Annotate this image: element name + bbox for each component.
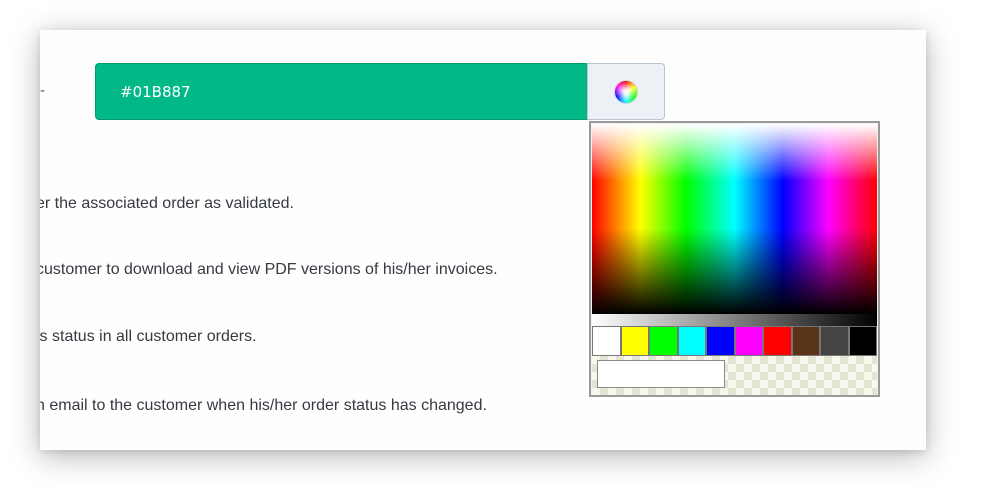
color-spectrum-area[interactable] xyxy=(592,124,877,314)
picker-hex-input[interactable] xyxy=(597,360,725,388)
swatch-cyan[interactable] xyxy=(677,326,706,356)
truncated-label-mark: - xyxy=(40,83,46,99)
grayscale-slider[interactable] xyxy=(592,314,877,326)
color-field-group xyxy=(95,63,665,120)
swatch-brown[interactable] xyxy=(791,326,820,356)
swatch-green[interactable] xyxy=(649,326,678,356)
swatch-white[interactable] xyxy=(592,326,621,356)
status-option-description-2: customer to download and view PDF versio… xyxy=(40,261,498,278)
swatch-black[interactable] xyxy=(848,326,877,356)
color-picker-popup xyxy=(589,121,880,397)
swatch-blue[interactable] xyxy=(706,326,735,356)
color-picker-button[interactable] xyxy=(587,63,665,120)
swatch-dark-gray[interactable] xyxy=(820,326,849,356)
swatch-red[interactable] xyxy=(763,326,792,356)
preset-swatches xyxy=(592,326,877,356)
order-status-form-card: - er the associated order as validated. … xyxy=(40,30,926,450)
status-option-description-4: n email to the customer when his/her ord… xyxy=(40,397,487,414)
color-preview-area xyxy=(592,356,877,395)
color-hex-input[interactable] xyxy=(95,63,587,120)
status-option-description-1: er the associated order as validated. xyxy=(40,195,294,212)
status-option-description-3: is status in all customer orders. xyxy=(40,328,257,345)
swatch-magenta[interactable] xyxy=(734,326,763,356)
color-wheel-icon xyxy=(614,79,638,104)
swatch-yellow[interactable] xyxy=(620,326,649,356)
